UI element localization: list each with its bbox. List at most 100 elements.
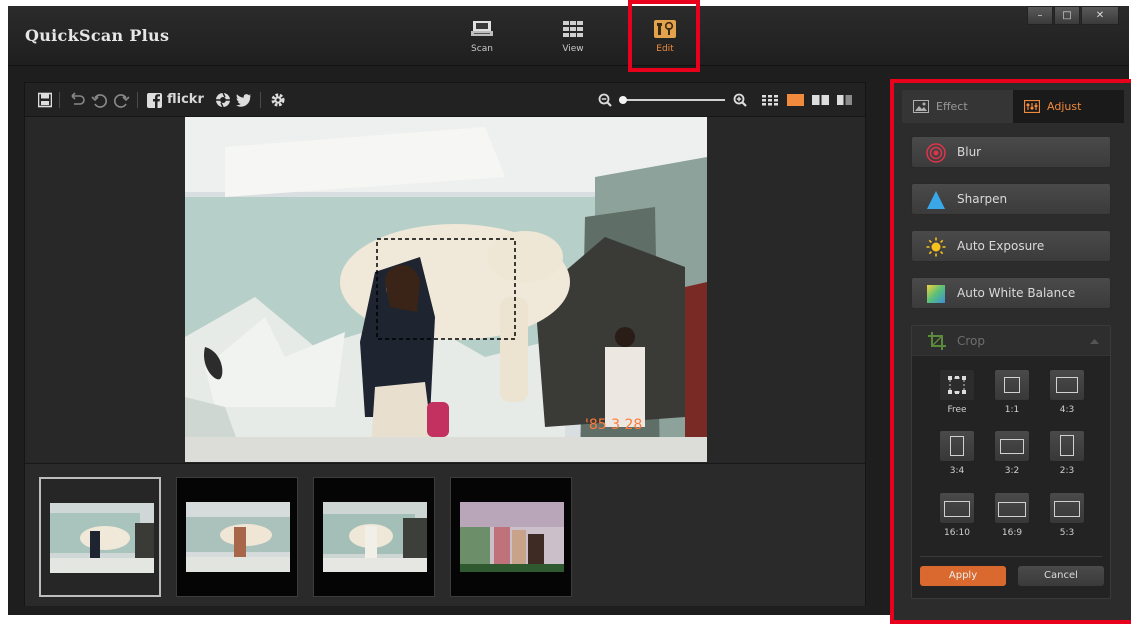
- grid-layout-button[interactable]: [762, 91, 778, 109]
- viewer-toolbar: flickr: [25, 83, 865, 117]
- photo-date-stamp: '85 3 28: [585, 417, 642, 433]
- image-effect-icon: [913, 100, 929, 113]
- gear-icon: [271, 93, 285, 107]
- compare-view-button[interactable]: [812, 91, 829, 109]
- crop-ratio-5-3[interactable]: 5:3: [1049, 492, 1085, 540]
- sharpen-button[interactable]: Sharpen: [911, 183, 1111, 215]
- ratio-shape-icon: [1056, 377, 1078, 393]
- title-bar: QuickScan Plus Scan View Edit – □ ✕: [8, 0, 1129, 72]
- ratio-shape-icon: [1000, 439, 1024, 454]
- undo-button[interactable]: [91, 91, 107, 109]
- close-button[interactable]: ✕: [1081, 6, 1119, 25]
- single-view-button[interactable]: [787, 91, 804, 109]
- side-by-side-icon: [812, 95, 829, 105]
- redo-button[interactable]: [114, 91, 130, 109]
- ratio-shape-icon: [1060, 435, 1074, 456]
- thumbnail-3[interactable]: [313, 477, 435, 597]
- crop-ratio-label: Free: [947, 405, 967, 415]
- mode-scan-label: Scan: [471, 44, 493, 54]
- twitter-share-button[interactable]: [235, 91, 252, 109]
- grid-view-icon: [563, 21, 583, 37]
- app-title: QuickScan Plus: [25, 26, 170, 45]
- main-photo[interactable]: '85 3 28: [185, 117, 707, 462]
- crop-header[interactable]: Crop: [912, 326, 1110, 356]
- collapse-arrow-icon[interactable]: [1090, 338, 1099, 344]
- crop-ratio-label: 1:1: [1004, 405, 1020, 415]
- crop-ratio-label: 3:2: [1004, 466, 1020, 476]
- crop-ratio-label: 3:4: [949, 466, 965, 476]
- ratio-shape-icon: [1004, 377, 1020, 393]
- zoom-out-button[interactable]: [598, 91, 613, 109]
- flickr-share-button[interactable]: flickr: [167, 91, 204, 109]
- tab-effect-label: Effect: [936, 100, 968, 113]
- thumbnail-image: [323, 502, 427, 572]
- facebook-icon: [147, 93, 162, 108]
- crop-ratio-3-2[interactable]: 3:2: [994, 430, 1030, 478]
- free-crop-icon: [948, 376, 966, 394]
- sharpen-label: Sharpen: [957, 192, 1008, 206]
- zoom-in-icon: [733, 93, 747, 107]
- app-window: QuickScan Plus Scan View Edit – □ ✕ flic…: [8, 0, 1131, 624]
- split-view-icon: [837, 93, 852, 107]
- crop-ratio-3-4[interactable]: 3:4: [939, 430, 975, 478]
- apply-button[interactable]: Apply: [920, 566, 1006, 586]
- tab-adjust[interactable]: Adjust: [1013, 90, 1124, 123]
- revert-icon: [71, 92, 85, 105]
- thumbnail-image: [186, 502, 290, 572]
- crop-ratio-16-9[interactable]: 16:9: [994, 492, 1030, 540]
- zoom-in-button[interactable]: [733, 91, 748, 109]
- crop-ratio-label: 5:3: [1059, 528, 1075, 538]
- save-button[interactable]: [38, 91, 52, 109]
- thumbnail-image: [50, 503, 154, 573]
- crop-ratio-label: 16:9: [1001, 528, 1023, 538]
- photo-canvas[interactable]: '85 3 28: [25, 117, 865, 462]
- auto-white-balance-button[interactable]: Auto White Balance: [911, 277, 1111, 309]
- blur-label: Blur: [957, 145, 982, 159]
- crop-title: Crop: [957, 334, 986, 348]
- single-view-icon: [787, 94, 804, 106]
- ratio-shape-icon: [950, 436, 964, 456]
- tab-effect[interactable]: Effect: [902, 90, 1013, 123]
- tab-adjust-label: Adjust: [1047, 100, 1082, 113]
- mode-view-label: View: [562, 44, 584, 54]
- thumbnail-1[interactable]: [39, 477, 161, 597]
- maximize-button[interactable]: □: [1054, 6, 1080, 25]
- split-view-button[interactable]: [836, 91, 853, 109]
- blur-button[interactable]: Blur: [911, 136, 1111, 168]
- crop-ratio-2-3[interactable]: 2:3: [1049, 430, 1085, 478]
- blur-icon: [926, 143, 946, 163]
- auto-exposure-button[interactable]: Auto Exposure: [911, 230, 1111, 262]
- toolbar-divider: [59, 92, 60, 108]
- toolbar-divider: [137, 92, 138, 108]
- cancel-button[interactable]: Cancel: [1018, 566, 1104, 586]
- revert-button[interactable]: [69, 91, 85, 109]
- facebook-share-button[interactable]: [147, 91, 162, 109]
- thumbnail-strip: [25, 463, 865, 606]
- crop-ratio-free[interactable]: Free: [939, 369, 975, 417]
- zoom-slider-track[interactable]: [619, 96, 725, 104]
- mode-scan[interactable]: Scan: [457, 16, 507, 62]
- crop-section: Crop Free 1:1 4:3 3:4 3:2 2:3 16:10 16:9…: [911, 325, 1111, 599]
- crop-ratio-16-10[interactable]: 16:10: [939, 492, 975, 540]
- ratio-shape-icon: [944, 501, 970, 517]
- white-balance-icon: [927, 285, 945, 303]
- save-icon: [38, 92, 52, 108]
- twitter-icon: [235, 94, 251, 107]
- ratio-shape-icon: [1054, 501, 1080, 517]
- settings-button[interactable]: [270, 91, 286, 109]
- crop-ratio-label: 16:10: [944, 528, 970, 538]
- edit-mode-highlight: [628, 0, 700, 72]
- crop-icon: [928, 332, 946, 350]
- minimize-button[interactable]: –: [1027, 6, 1053, 25]
- zoom-slider-handle[interactable]: [619, 96, 627, 104]
- crop-ratio-label: 2:3: [1059, 466, 1075, 476]
- undo-icon: [91, 94, 107, 108]
- crop-ratio-1-1[interactable]: 1:1: [994, 369, 1030, 417]
- thumbnail-2[interactable]: [176, 477, 298, 597]
- thumbnail-4[interactable]: [450, 477, 572, 597]
- auto-exposure-label: Auto Exposure: [957, 239, 1045, 253]
- crop-ratio-4-3[interactable]: 4:3: [1049, 369, 1085, 417]
- aperture-share-button[interactable]: [215, 91, 231, 109]
- crop-ratio-label: 4:3: [1059, 405, 1075, 415]
- mode-view[interactable]: View: [548, 16, 598, 62]
